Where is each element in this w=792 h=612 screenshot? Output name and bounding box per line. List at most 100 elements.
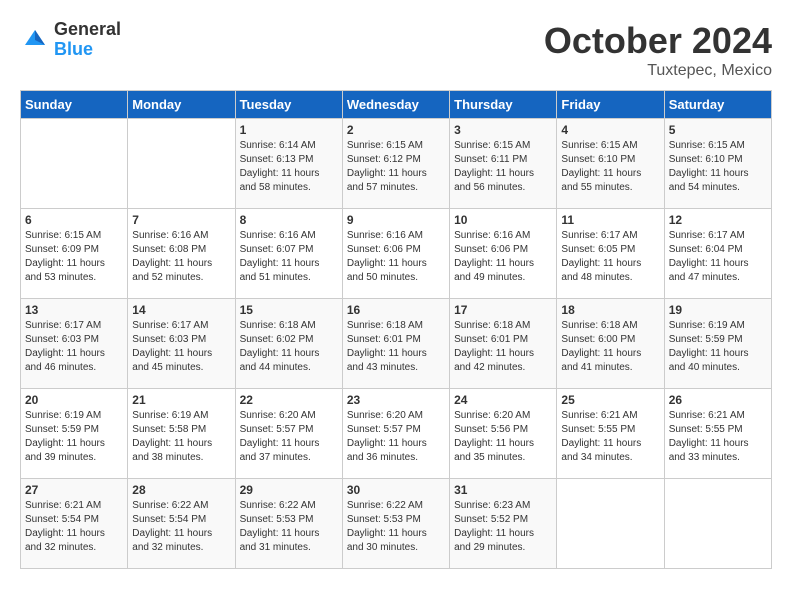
- header-tuesday: Tuesday: [235, 91, 342, 119]
- day-number: 12: [669, 213, 767, 227]
- day-number: 30: [347, 483, 445, 497]
- day-cell: 13 Sunrise: 6:17 AM Sunset: 6:03 PM Dayli…: [21, 299, 128, 389]
- day-number: 4: [561, 123, 659, 137]
- day-info: Sunrise: 6:22 AM Sunset: 5:54 PM Dayligh…: [132, 499, 230, 555]
- day-cell: 14 Sunrise: 6:17 AM Sunset: 6:03 PM Dayli…: [128, 299, 235, 389]
- week-row-2: 13 Sunrise: 6:17 AM Sunset: 6:03 PM Dayli…: [21, 299, 772, 389]
- day-cell: 10 Sunrise: 6:16 AM Sunset: 6:06 PM Dayli…: [450, 209, 557, 299]
- day-info: Sunrise: 6:23 AM Sunset: 5:52 PM Dayligh…: [454, 499, 552, 555]
- day-number: 20: [25, 393, 123, 407]
- day-cell: 23 Sunrise: 6:20 AM Sunset: 5:57 PM Dayli…: [342, 389, 449, 479]
- day-cell: 4 Sunrise: 6:15 AM Sunset: 6:10 PM Daylig…: [557, 119, 664, 209]
- day-number: 13: [25, 303, 123, 317]
- week-row-0: 1 Sunrise: 6:14 AM Sunset: 6:13 PM Daylig…: [21, 119, 772, 209]
- day-number: 23: [347, 393, 445, 407]
- day-cell: 6 Sunrise: 6:15 AM Sunset: 6:09 PM Daylig…: [21, 209, 128, 299]
- day-info: Sunrise: 6:18 AM Sunset: 6:01 PM Dayligh…: [347, 319, 445, 375]
- day-number: 16: [347, 303, 445, 317]
- day-number: 9: [347, 213, 445, 227]
- day-number: 3: [454, 123, 552, 137]
- header-saturday: Saturday: [664, 91, 771, 119]
- day-cell: 31 Sunrise: 6:23 AM Sunset: 5:52 PM Dayli…: [450, 479, 557, 569]
- day-number: 26: [669, 393, 767, 407]
- day-number: 10: [454, 213, 552, 227]
- day-cell: 18 Sunrise: 6:18 AM Sunset: 6:00 PM Dayli…: [557, 299, 664, 389]
- day-number: 17: [454, 303, 552, 317]
- day-number: 29: [240, 483, 338, 497]
- day-info: Sunrise: 6:18 AM Sunset: 6:00 PM Dayligh…: [561, 319, 659, 375]
- day-number: 28: [132, 483, 230, 497]
- header-sunday: Sunday: [21, 91, 128, 119]
- day-info: Sunrise: 6:14 AM Sunset: 6:13 PM Dayligh…: [240, 139, 338, 195]
- day-number: 19: [669, 303, 767, 317]
- day-number: 14: [132, 303, 230, 317]
- day-cell: 8Sunrise: 6:16 AM Sunset: 6:07 PM Daylig…: [235, 209, 342, 299]
- day-cell: 21Sunrise: 6:19 AM Sunset: 5:58 PM Dayli…: [128, 389, 235, 479]
- day-number: 15: [240, 303, 338, 317]
- day-info: Sunrise: 6:15 AM Sunset: 6:11 PM Dayligh…: [454, 139, 552, 195]
- header-row: Sunday Monday Tuesday Wednesday Thursday…: [21, 91, 772, 119]
- day-cell: 2 Sunrise: 6:15 AM Sunset: 6:12 PM Daylig…: [342, 119, 449, 209]
- day-cell: [664, 479, 771, 569]
- day-info: Sunrise: 6:21 AM Sunset: 5:54 PM Dayligh…: [25, 499, 123, 555]
- day-cell: 30Sunrise: 6:22 AM Sunset: 5:53 PM Dayli…: [342, 479, 449, 569]
- day-cell: 28 Sunrise: 6:22 AM Sunset: 5:54 PM Dayli…: [128, 479, 235, 569]
- day-number: 24: [454, 393, 552, 407]
- day-number: 11: [561, 213, 659, 227]
- day-info: Sunrise: 6:15 AM Sunset: 6:09 PM Dayligh…: [25, 229, 123, 285]
- logo: General Blue: [20, 20, 121, 60]
- day-cell: 17Sunrise: 6:18 AM Sunset: 6:01 PM Dayli…: [450, 299, 557, 389]
- day-info: Sunrise: 6:17 AM Sunset: 6:05 PM Dayligh…: [561, 229, 659, 285]
- day-number: 25: [561, 393, 659, 407]
- day-cell: 19 Sunrise: 6:19 AM Sunset: 5:59 PM Dayli…: [664, 299, 771, 389]
- title-block: October 2024 Tuxtepec, Mexico: [544, 20, 772, 80]
- week-row-3: 20 Sunrise: 6:19 AM Sunset: 5:59 PM Dayli…: [21, 389, 772, 479]
- day-cell: 5Sunrise: 6:15 AM Sunset: 6:10 PM Daylig…: [664, 119, 771, 209]
- logo-general: General: [54, 20, 121, 40]
- day-info: Sunrise: 6:20 AM Sunset: 5:56 PM Dayligh…: [454, 409, 552, 465]
- day-number: 1: [240, 123, 338, 137]
- day-number: 18: [561, 303, 659, 317]
- day-number: 6: [25, 213, 123, 227]
- day-cell: 25 Sunrise: 6:21 AM Sunset: 5:55 PM Dayli…: [557, 389, 664, 479]
- day-cell: [557, 479, 664, 569]
- header-monday: Monday: [128, 91, 235, 119]
- day-info: Sunrise: 6:17 AM Sunset: 6:04 PM Dayligh…: [669, 229, 767, 285]
- day-info: Sunrise: 6:16 AM Sunset: 6:06 PM Dayligh…: [454, 229, 552, 285]
- day-info: Sunrise: 6:19 AM Sunset: 5:59 PM Dayligh…: [669, 319, 767, 375]
- page-header: General Blue October 2024 Tuxtepec, Mexi…: [20, 20, 772, 80]
- logo-icon: [20, 25, 50, 55]
- day-info: Sunrise: 6:17 AM Sunset: 6:03 PM Dayligh…: [132, 319, 230, 375]
- location: Tuxtepec, Mexico: [544, 62, 772, 80]
- day-number: 22: [240, 393, 338, 407]
- logo-blue: Blue: [54, 40, 121, 60]
- day-cell: 22 Sunrise: 6:20 AM Sunset: 5:57 PM Dayli…: [235, 389, 342, 479]
- day-cell: 29 Sunrise: 6:22 AM Sunset: 5:53 PM Dayli…: [235, 479, 342, 569]
- day-info: Sunrise: 6:19 AM Sunset: 5:59 PM Dayligh…: [25, 409, 123, 465]
- day-info: Sunrise: 6:18 AM Sunset: 6:02 PM Dayligh…: [240, 319, 338, 375]
- day-info: Sunrise: 6:15 AM Sunset: 6:12 PM Dayligh…: [347, 139, 445, 195]
- day-cell: 20 Sunrise: 6:19 AM Sunset: 5:59 PM Dayli…: [21, 389, 128, 479]
- day-cell: 24 Sunrise: 6:20 AM Sunset: 5:56 PM Dayli…: [450, 389, 557, 479]
- logo-text: General Blue: [54, 20, 121, 60]
- day-number: 31: [454, 483, 552, 497]
- calendar-table: Sunday Monday Tuesday Wednesday Thursday…: [20, 90, 772, 569]
- day-info: Sunrise: 6:20 AM Sunset: 5:57 PM Dayligh…: [240, 409, 338, 465]
- day-info: Sunrise: 6:19 AM Sunset: 5:58 PM Dayligh…: [132, 409, 230, 465]
- day-info: Sunrise: 6:16 AM Sunset: 6:08 PM Dayligh…: [132, 229, 230, 285]
- day-cell: 16 Sunrise: 6:18 AM Sunset: 6:01 PM Dayli…: [342, 299, 449, 389]
- day-cell: 1 Sunrise: 6:14 AM Sunset: 6:13 PM Daylig…: [235, 119, 342, 209]
- day-info: Sunrise: 6:20 AM Sunset: 5:57 PM Dayligh…: [347, 409, 445, 465]
- day-info: Sunrise: 6:22 AM Sunset: 5:53 PM Dayligh…: [240, 499, 338, 555]
- day-cell: [128, 119, 235, 209]
- day-cell: 12 Sunrise: 6:17 AM Sunset: 6:04 PM Dayli…: [664, 209, 771, 299]
- day-number: 5: [669, 123, 767, 137]
- day-info: Sunrise: 6:15 AM Sunset: 6:10 PM Dayligh…: [561, 139, 659, 195]
- week-row-1: 6 Sunrise: 6:15 AM Sunset: 6:09 PM Daylig…: [21, 209, 772, 299]
- day-number: 7: [132, 213, 230, 227]
- day-info: Sunrise: 6:17 AM Sunset: 6:03 PM Dayligh…: [25, 319, 123, 375]
- day-number: 2: [347, 123, 445, 137]
- day-cell: 26Sunrise: 6:21 AM Sunset: 5:55 PM Dayli…: [664, 389, 771, 479]
- day-info: Sunrise: 6:21 AM Sunset: 5:55 PM Dayligh…: [561, 409, 659, 465]
- day-info: Sunrise: 6:16 AM Sunset: 6:06 PM Dayligh…: [347, 229, 445, 285]
